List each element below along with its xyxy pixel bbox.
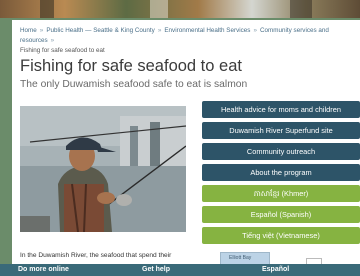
footer-link-get-help[interactable]: Get help: [142, 265, 170, 275]
language-link-khmer[interactable]: ភាសាខ្មែរ (Khmer): [202, 185, 360, 202]
sidebar-link-about-program[interactable]: About the program: [202, 164, 360, 181]
breadcrumb-current: Fishing for safe seafood to eat: [20, 47, 105, 54]
header-banner-image: [0, 0, 360, 18]
sidebar-link-superfund-site[interactable]: Duwamish River Superfund site: [202, 122, 360, 139]
breadcrumb-separator-icon: »: [253, 27, 257, 34]
breadcrumb-separator-icon: »: [39, 27, 44, 34]
intro-paragraph: In the Duwamish River, the seafood that …: [20, 252, 172, 259]
breadcrumb-home[interactable]: Home: [20, 27, 37, 34]
page-title: Fishing for safe seafood to eat: [20, 57, 242, 75]
sidebar-link-health-advice[interactable]: Health advice for moms and children: [202, 101, 360, 118]
sidebar-link-community-outreach[interactable]: Community outreach: [202, 143, 360, 160]
breadcrumb-separator-icon: »: [50, 37, 55, 44]
breadcrumb: Home» Public Health — Seattle & King Coun…: [20, 26, 356, 56]
footer-link-espanol[interactable]: Español: [262, 265, 289, 275]
footer-bar: Do more online Get help Español: [0, 264, 360, 276]
breadcrumb-environmental-health[interactable]: Environmental Health Services: [164, 27, 250, 34]
fisherman-photo: [20, 106, 186, 232]
language-link-vietnamese[interactable]: Tiếng việt (Vietnamese): [202, 227, 360, 244]
duwamish-map-thumbnail[interactable]: Elliott Bay: [220, 252, 270, 264]
footer-link-do-more-online[interactable]: Do more online: [18, 265, 69, 275]
language-link-spanish[interactable]: Español (Spanish): [202, 206, 360, 223]
breadcrumb-separator-icon: »: [157, 27, 162, 34]
page-subtitle: The only Duwamish seafood safe to eat is…: [20, 79, 248, 90]
map-label: Elliott Bay: [229, 255, 252, 261]
breadcrumb-public-health[interactable]: Public Health — Seattle & King County: [46, 27, 155, 34]
main-content: Home» Public Health — Seattle & King Coun…: [12, 20, 360, 264]
